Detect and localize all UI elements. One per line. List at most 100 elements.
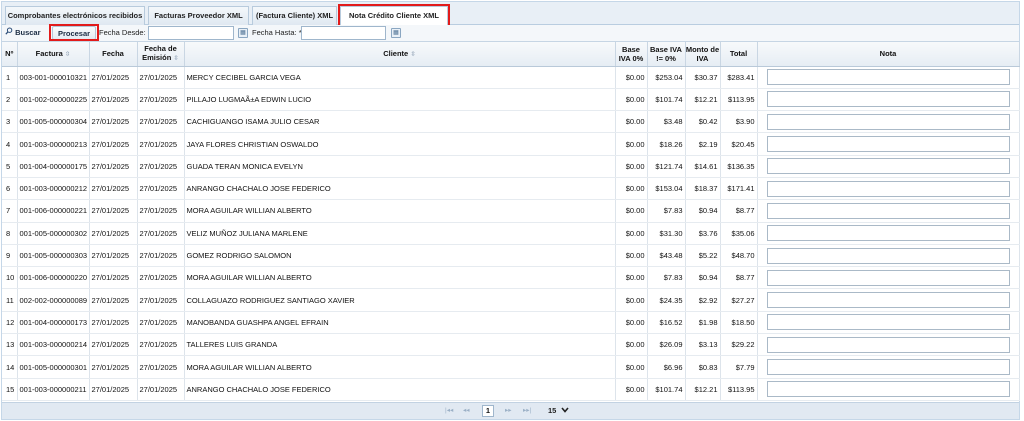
total-cell: $136.35 (720, 155, 758, 178)
tab-nota-credito-cliente-xml[interactable]: Nota Crédito Cliente XML (340, 6, 448, 26)
factura-cell: 002-002-000000089 (17, 288, 90, 312)
nota-input[interactable] (766, 91, 1010, 108)
table-row[interactable]: 2 001-002-000000225 27/01/2025 27/01/2025 PI… (2, 88, 1020, 112)
nota-input[interactable] (766, 136, 1010, 153)
fecha-desde-input[interactable] (148, 26, 234, 40)
nota-credito-table: Nº Factura ⇳ Fecha Fecha de Emisión ⇳ Cl… (2, 42, 1020, 401)
first-page-button[interactable]: |◂◂ (445, 406, 453, 414)
table-row[interactable]: 5 001-004-000000175 27/01/2025 27/01/2025 GU… (2, 155, 1020, 178)
table-row[interactable]: 10 001-006-000000220 27/01/2025 27/01/2025 M… (2, 266, 1020, 290)
nota-cell (757, 155, 1020, 178)
table-row[interactable]: 12 001-004-000000173 27/01/2025 27/01/2025 M… (2, 311, 1020, 335)
fecha-cell: 27/01/2025 (89, 222, 138, 245)
tab-facturas-proveedor-xml[interactable]: Facturas Proveedor XML (148, 6, 249, 25)
factura-cell: 001-005-000000304 (17, 110, 90, 134)
total-cell: $283.41 (720, 66, 758, 89)
fecha-emision-cell: 27/01/2025 (137, 333, 185, 357)
calendar-icon[interactable]: ▦ (238, 28, 248, 38)
col-header-monto-iva: Monto de IVA (685, 42, 721, 67)
base-iva-0-cell: $0.00 (615, 155, 648, 178)
table-row[interactable]: 15 001-003-000000211 27/01/2025 27/01/2025 A… (2, 378, 1020, 401)
fecha-cell: 27/01/2025 (89, 132, 138, 156)
procesar-button[interactable]: Procesar (52, 26, 96, 40)
table-row[interactable]: 3 001-005-000000304 27/01/2025 27/01/2025 CA… (2, 110, 1020, 134)
col-header-fecha: Fecha (89, 42, 138, 67)
fecha-cell: 27/01/2025 (89, 88, 138, 112)
cliente-cell: TALLERES LUIS GRANDA (184, 333, 616, 357)
nota-input[interactable] (766, 225, 1010, 242)
fecha-hasta-input[interactable] (301, 26, 386, 40)
nota-input[interactable] (766, 180, 1010, 197)
toolbar: Buscar Procesar Fecha Desde: * ▦ Fecha H… (2, 25, 1019, 42)
cliente-cell: VELIZ MUÑOZ JULIANA MARLENE (184, 222, 616, 245)
nota-input[interactable] (766, 113, 1010, 130)
nota-input[interactable] (766, 269, 1010, 286)
col-header-cliente[interactable]: Cliente ⇳ (184, 42, 616, 67)
tab-factura-cliente-xml[interactable]: (Factura Cliente) XML (252, 6, 337, 25)
nota-cell (757, 177, 1020, 201)
total-cell: $27.27 (720, 288, 758, 312)
last-page-button[interactable]: ▸▸| (523, 406, 531, 414)
total-cell: $8.77 (720, 199, 758, 223)
monto-iva-cell: $0.42 (685, 110, 721, 134)
base-iva-0-cell: $0.00 (615, 311, 648, 335)
fecha-cell: 27/01/2025 (89, 199, 138, 223)
fecha-emision-cell: 27/01/2025 (137, 66, 185, 89)
prev-page-button[interactable]: ◂◂ (463, 406, 470, 414)
total-cell: $113.95 (720, 88, 758, 112)
nota-input[interactable] (766, 359, 1010, 375)
sort-icon: ⇳ (64, 50, 71, 58)
nota-input[interactable] (766, 314, 1010, 331)
current-page-indicator[interactable]: 1 (482, 405, 494, 417)
calendar-icon[interactable]: ▦ (391, 28, 401, 38)
row-number: 10 (2, 266, 18, 290)
factura-cell: 001-004-000000175 (17, 155, 90, 178)
monto-iva-cell: $18.37 (685, 177, 721, 201)
factura-cell: 001-003-000000214 (17, 333, 90, 357)
row-number: 14 (2, 355, 18, 379)
table-row[interactable]: 1 003-001-000010321 27/01/2025 27/01/2025 ME… (2, 66, 1020, 89)
nota-input[interactable] (766, 158, 1010, 175)
base-iva-no-0-cell: $3.48 (647, 110, 686, 134)
pager: |◂◂ ◂◂ 1 ▸▸ ▸▸| 15 (2, 402, 1019, 419)
fecha-emision-cell: 27/01/2025 (137, 355, 185, 379)
table-row[interactable]: 13 001-003-000000214 27/01/2025 27/01/2025 T… (2, 333, 1020, 357)
tab-comprobantes-recibidos[interactable]: Comprobantes electrónicos recibidos (5, 6, 145, 25)
table-row[interactable]: 4 001-003-000000213 27/01/2025 27/01/2025 JA… (2, 132, 1020, 156)
table-row[interactable]: 14 001-005-000000301 27/01/2025 27/01/2025 M… (2, 355, 1020, 379)
factura-cell: 001-004-000000173 (17, 311, 90, 335)
base-iva-0-cell: $0.00 (615, 355, 648, 379)
rows-per-page-value: 15 (548, 406, 557, 415)
table-row[interactable]: 8 001-005-000000302 27/01/2025 27/01/2025 VE… (2, 222, 1020, 245)
table-row[interactable]: 9 001-005-000000303 27/01/2025 27/01/2025 GO… (2, 244, 1020, 268)
base-iva-no-0-cell: $153.04 (647, 177, 686, 201)
buscar-button[interactable]: Buscar (5, 26, 47, 40)
fecha-cell: 27/01/2025 (89, 378, 138, 401)
tab-bar: Comprobantes electrónicos recibidos Fact… (2, 2, 1019, 26)
nota-input[interactable] (766, 292, 1010, 309)
nota-cell (757, 88, 1020, 112)
rows-per-page-select[interactable]: 15 (548, 405, 570, 417)
col-header-cliente-label: Cliente (383, 48, 409, 58)
table-row[interactable]: 7 001-006-000000221 27/01/2025 27/01/2025 MO… (2, 199, 1020, 223)
table-row[interactable]: 6 001-003-000000212 27/01/2025 27/01/2025 AN… (2, 177, 1020, 201)
cliente-cell: MERCY CECIBEL GARCIA VEGA (184, 66, 616, 89)
base-iva-no-0-cell: $7.83 (647, 199, 686, 223)
col-header-total: Total (720, 42, 758, 67)
nota-input[interactable] (766, 247, 1010, 264)
monto-iva-cell: $0.83 (685, 355, 721, 379)
nota-input[interactable] (766, 202, 1010, 219)
fecha-cell: 27/01/2025 (89, 311, 138, 335)
nota-input[interactable] (766, 336, 1010, 353)
nota-input[interactable] (766, 69, 1010, 86)
fecha-emision-cell: 27/01/2025 (137, 110, 185, 134)
table-header-row: Nº Factura ⇳ Fecha Fecha de Emisión ⇳ Cl… (2, 42, 1020, 67)
nota-input[interactable] (766, 381, 1010, 398)
cliente-cell: MORA AGUILAR WILLIAN ALBERTO (184, 266, 616, 290)
total-cell: $20.45 (720, 132, 758, 156)
col-header-fecha-emision[interactable]: Fecha de Emisión ⇳ (137, 42, 185, 67)
next-page-button[interactable]: ▸▸ (505, 406, 512, 414)
table-row[interactable]: 11 002-002-000000089 27/01/2025 27/01/2025 C… (2, 288, 1020, 312)
col-header-factura-label: Factura (35, 48, 63, 58)
col-header-factura[interactable]: Factura ⇳ (17, 42, 90, 67)
